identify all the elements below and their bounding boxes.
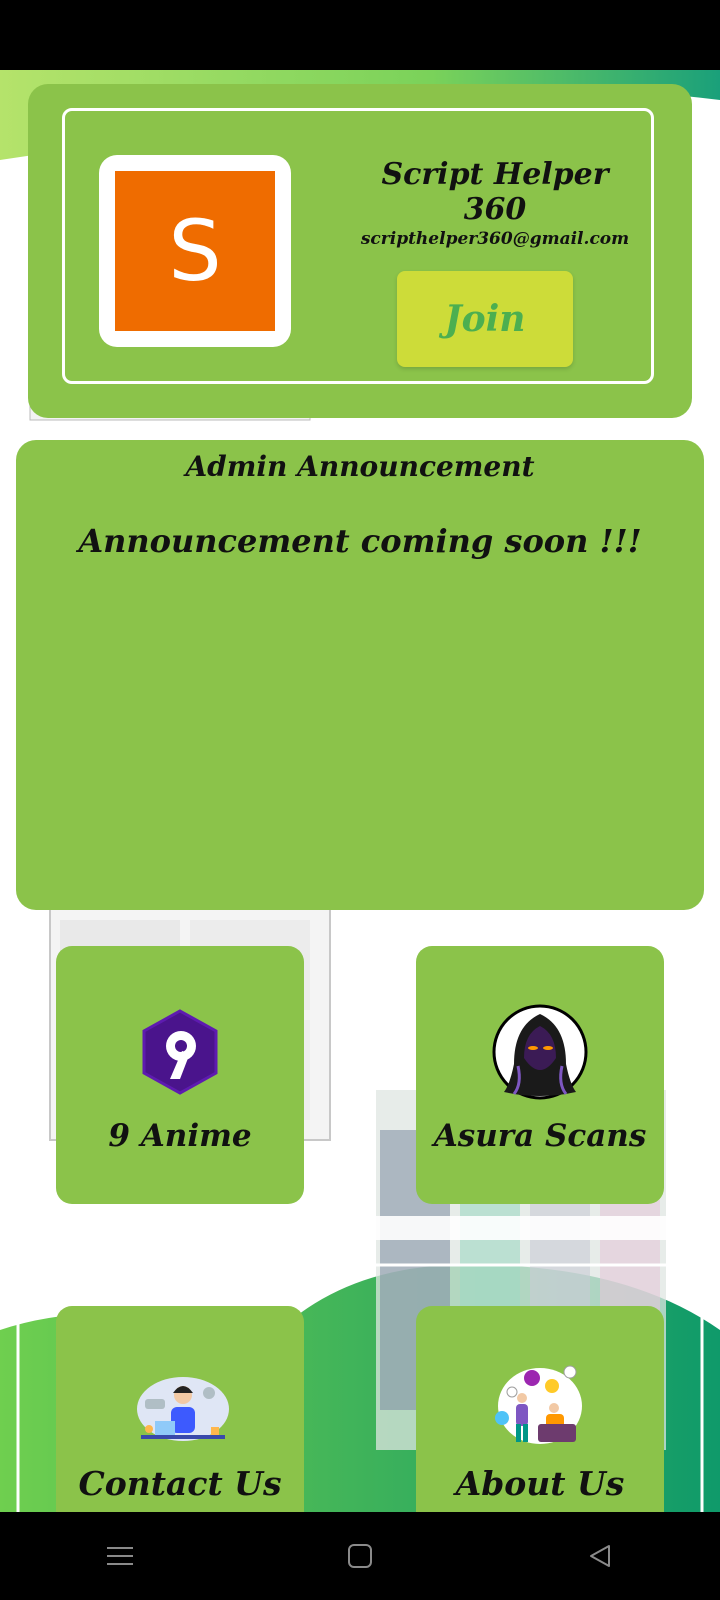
join-button[interactable]: Join (397, 271, 573, 367)
tile-9-anime[interactable]: 9 Anime (56, 946, 304, 1204)
support-agent-icon (126, 1362, 236, 1452)
system-navigation-bar (0, 1512, 720, 1600)
tile-label: Asura Scans (433, 1118, 647, 1154)
profile-card-border: S Script Helper 360 scripthelper360@gmai… (62, 108, 654, 384)
back-triangle-icon[interactable] (570, 1526, 630, 1586)
tile-about-us[interactable]: About Us (416, 1306, 664, 1512)
tile-label: About Us (455, 1464, 625, 1503)
announcement-body: Announcement coming soon !!! (78, 522, 642, 560)
tile-contact-us[interactable]: Contact Us (56, 1306, 304, 1512)
avatar-tile: S (115, 171, 275, 331)
avatar-letter: S (168, 202, 222, 300)
home-square-icon[interactable] (330, 1526, 390, 1586)
announcement-card: Admin Announcement Announcement coming s… (16, 440, 704, 910)
profile-name: Script Helper 360 (381, 157, 609, 227)
announcement-title: Admin Announcement (185, 450, 535, 483)
join-button-label: Join (444, 298, 526, 340)
profile-email: scripthelper360@gmail.com (360, 229, 630, 249)
hooded-figure-icon (490, 1002, 590, 1102)
tile-label: 9 Anime (108, 1118, 252, 1154)
menu-icon[interactable] (90, 1526, 150, 1586)
nine-anime-logo-icon (130, 1002, 230, 1102)
status-bar (0, 0, 720, 70)
tile-asura-scans[interactable]: Asura Scans (416, 946, 664, 1204)
profile-card: S Script Helper 360 scripthelper360@gmai… (28, 84, 692, 418)
avatar: S (99, 155, 291, 347)
tile-label: Contact Us (78, 1464, 282, 1503)
team-chat-icon (490, 1358, 590, 1452)
